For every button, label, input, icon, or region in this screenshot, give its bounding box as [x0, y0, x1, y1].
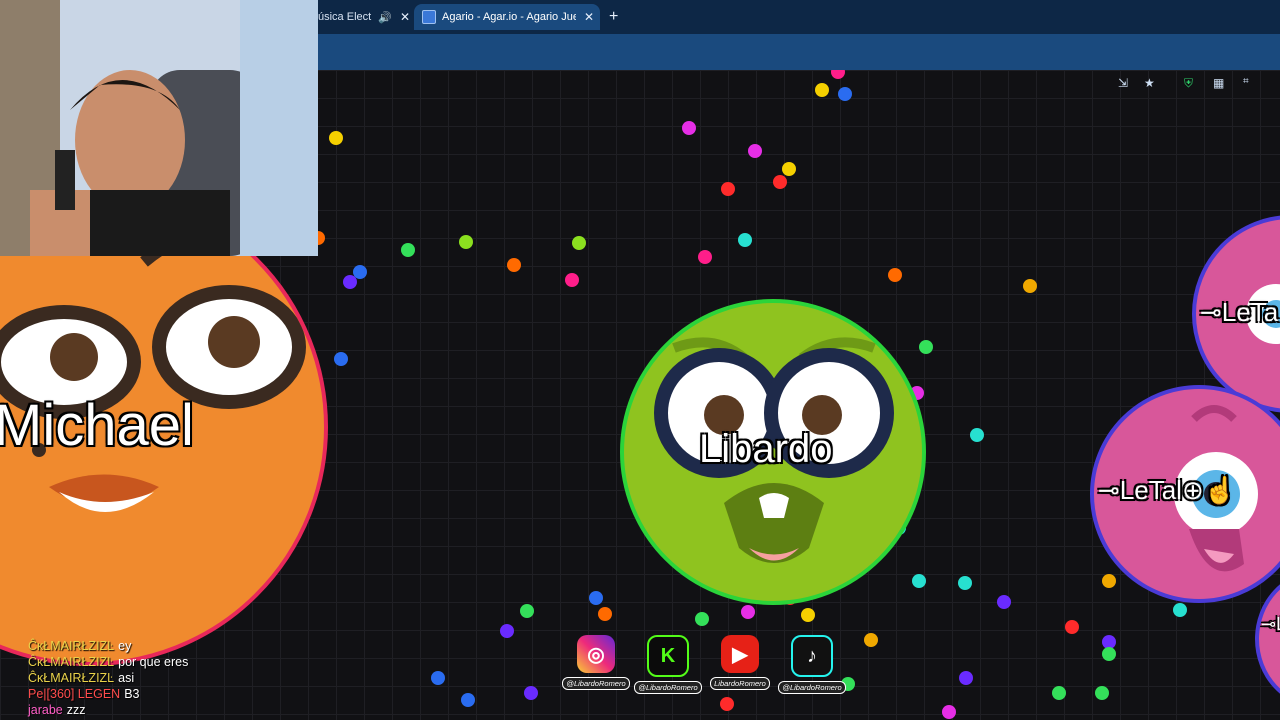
tab-musica[interactable]: úsica Electr 🔊 ✕	[318, 4, 410, 30]
social-handle: @LibardoRomero	[562, 677, 630, 690]
food-pellet	[329, 131, 343, 145]
food-pellet	[1023, 279, 1037, 293]
install-app-icon[interactable]: ⇲	[1118, 76, 1128, 90]
tab-title: úsica Electr	[318, 11, 373, 23]
social-handle: LibardoRomero	[710, 677, 770, 690]
food-pellet	[721, 182, 735, 196]
food-pellet	[748, 144, 762, 158]
food-pellet	[461, 693, 475, 707]
cell-name-libardo: Libardo	[699, 427, 833, 471]
enemy-cell-letal: ⊸LeTal⊕☝	[1090, 385, 1280, 603]
chat-message: por que eres	[118, 655, 189, 669]
food-pellet	[572, 236, 586, 250]
food-pellet	[1052, 686, 1066, 700]
streamer-webcam-image	[0, 0, 318, 256]
social-handle: @LibardoRomero	[634, 681, 702, 694]
food-pellet	[334, 352, 348, 366]
food-pellet	[815, 83, 829, 97]
food-pellet	[720, 697, 734, 711]
chat-user: ĈĸŁMAIRŁZIZĿ	[28, 671, 115, 685]
cell-name-letal: ⊸LeTal⊕☝	[1098, 475, 1237, 505]
agario-favicon-icon	[422, 10, 436, 24]
chat-user: jarabe	[28, 703, 63, 717]
social-handle: @LibardoRomero	[778, 681, 846, 694]
food-pellet	[598, 607, 612, 621]
chat-line: jarabe zzz	[28, 702, 188, 718]
stream-chat: ĈĸŁMAIRŁZIZĿ ey ĈĸŁMAIRŁZIZĿ por que eres …	[28, 638, 188, 718]
extension-icon-2[interactable]: ⌗	[1243, 76, 1249, 87]
player-cell-libardo: Libardo	[620, 299, 926, 605]
food-pellet	[507, 258, 521, 272]
social-links: ◎ @LibardoRomero K @LibardoRomero ▶ Liba…	[562, 635, 846, 699]
food-pellet	[959, 671, 973, 685]
food-pellet	[741, 605, 755, 619]
tab-agario[interactable]: Agario - Agar.io - Agario Juego ✕	[414, 4, 600, 30]
food-pellet	[831, 70, 845, 79]
food-pellet	[942, 705, 956, 719]
tiktok-icon: ♪	[791, 635, 833, 677]
instagram-link[interactable]: ◎ @LibardoRomero	[562, 635, 630, 699]
close-icon[interactable]: ✕	[584, 10, 594, 24]
food-pellet	[401, 243, 415, 257]
food-pellet	[431, 671, 445, 685]
chat-line: ĈĸŁMAIRŁZIZĿ ey	[28, 638, 188, 654]
chat-message: ey	[118, 639, 132, 653]
cell-name-letal-top: ⊸LeTa	[1200, 297, 1279, 327]
food-pellet	[773, 175, 787, 189]
food-pellet	[524, 686, 538, 700]
food-pellet	[682, 121, 696, 135]
kick-icon: K	[647, 635, 689, 677]
chat-line: ĈĸŁMAIRŁZIZĿ por que eres	[28, 654, 188, 670]
food-pellet	[459, 235, 473, 249]
food-pellet	[695, 612, 709, 626]
food-pellet	[1102, 647, 1116, 661]
food-pellet	[589, 591, 603, 605]
tiktok-link[interactable]: ♪ @LibardoRomero	[778, 635, 846, 699]
food-pellet	[698, 250, 712, 264]
food-pellet	[997, 595, 1011, 609]
webcam-overlay	[0, 0, 318, 256]
food-pellet	[343, 275, 357, 289]
chat-line: Pe|[360] LEGEN B3	[28, 686, 188, 702]
close-icon[interactable]: ✕	[400, 10, 410, 24]
food-pellet	[1065, 620, 1079, 634]
enemy-cell-michael: Michael	[0, 188, 328, 666]
youtube-link[interactable]: ▶ LibardoRomero	[709, 635, 771, 699]
cell-name-michael: Michael	[0, 393, 194, 458]
chat-message: zzz	[66, 703, 86, 717]
food-pellet	[888, 268, 902, 282]
food-pellet	[520, 604, 534, 618]
instagram-icon: ◎	[577, 635, 615, 673]
food-pellet	[801, 608, 815, 622]
chat-user: ĈĸŁMAIRŁZIZĿ	[28, 655, 115, 669]
new-tab-button[interactable]: +	[609, 8, 618, 26]
extension-shield-icon[interactable]: ⛨	[1184, 76, 1193, 91]
food-pellet	[738, 233, 752, 247]
food-pellet	[864, 633, 878, 647]
tab-title: Agario - Agar.io - Agario Juego	[442, 11, 576, 23]
kick-link[interactable]: K @LibardoRomero	[634, 635, 702, 699]
food-pellet	[958, 576, 972, 590]
food-pellet	[782, 162, 796, 176]
food-pellet	[838, 87, 852, 101]
youtube-icon: ▶	[721, 635, 759, 673]
cell-name-letal-bottom: ⊸L	[1261, 614, 1280, 634]
chat-message: asi	[118, 671, 135, 685]
bookmark-star-icon[interactable]: ★	[1144, 76, 1155, 90]
food-pellet	[565, 273, 579, 287]
food-pellet	[500, 624, 514, 638]
speaker-icon[interactable]: 🔊	[378, 11, 392, 24]
enemy-cell-letal-top: ⊸LeTa	[1192, 215, 1280, 413]
food-pellet	[970, 428, 984, 442]
food-pellet	[1173, 603, 1187, 617]
chat-message: B3	[124, 687, 140, 701]
chat-user: ĈĸŁMAIRŁZIZĿ	[28, 639, 115, 653]
extension-icon[interactable]: ▦	[1213, 76, 1224, 90]
chat-user: Pe|[360] LEGEN	[28, 687, 121, 701]
chat-line: ĈĸŁMAIRŁZIZĿ asi	[28, 670, 188, 686]
food-pellet	[1095, 686, 1109, 700]
